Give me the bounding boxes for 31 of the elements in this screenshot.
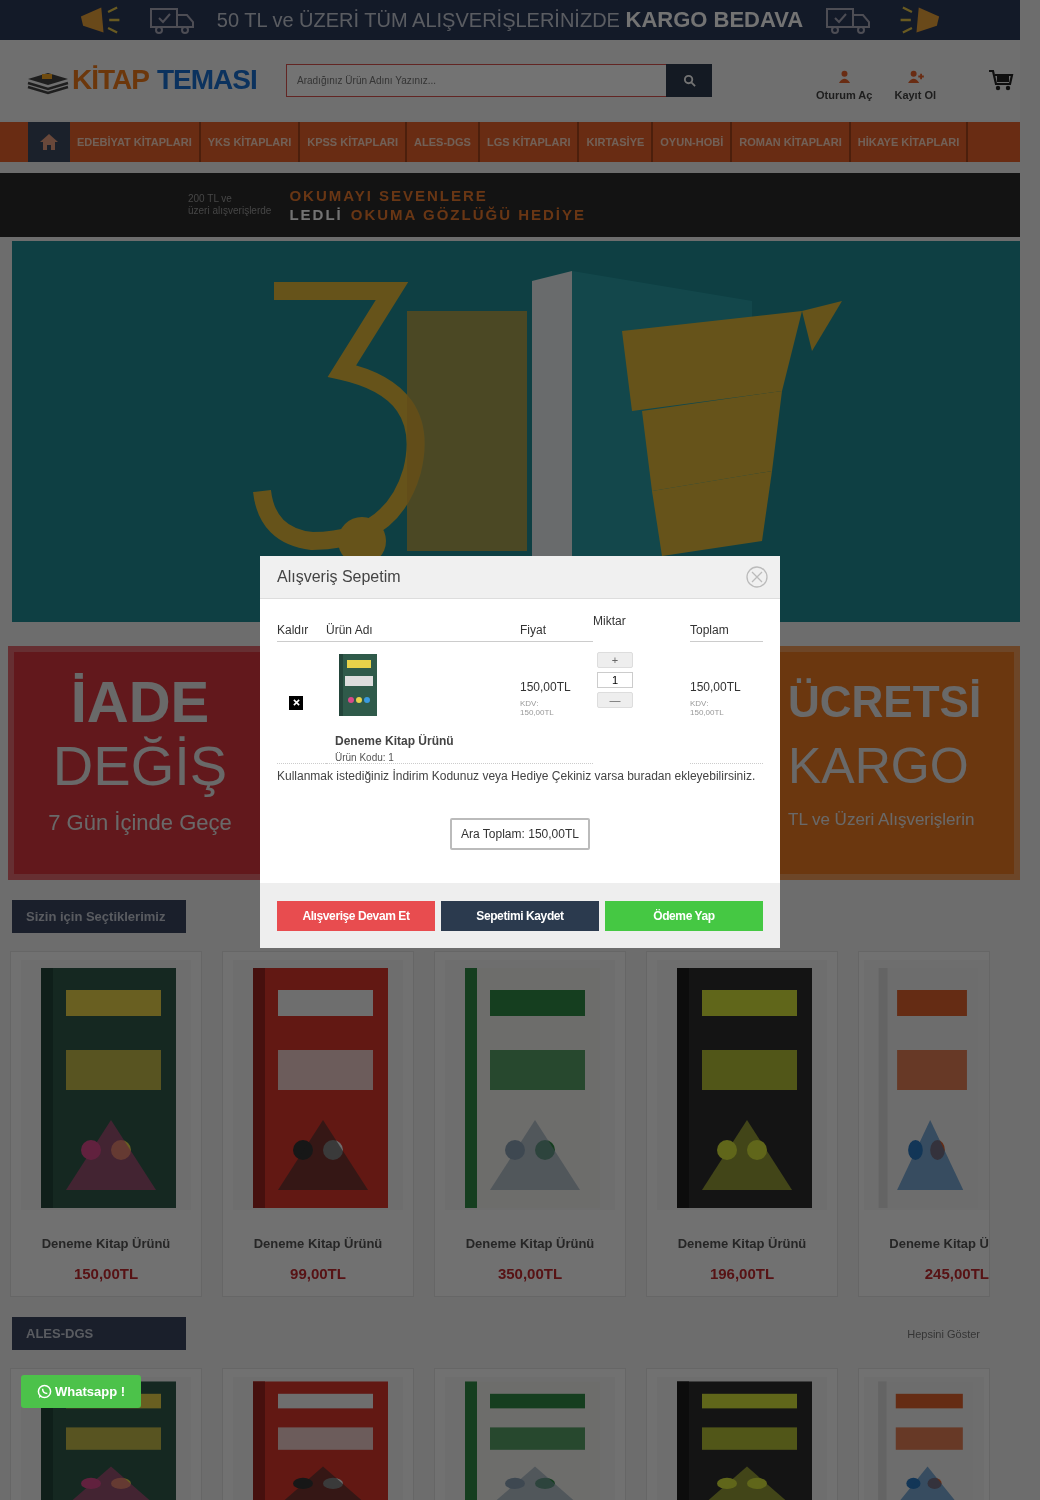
banner-title: KARGO bbox=[788, 737, 969, 796]
banner-subtitle: TL ve Üzeri Alışverişlerin bbox=[788, 810, 975, 830]
section-title: ALES-DGS bbox=[12, 1317, 186, 1350]
dialog-title: Alışveriş Sepetim bbox=[277, 568, 401, 586]
banner-title: ÜCRETSİ bbox=[788, 676, 982, 728]
tax-label: KDV: bbox=[520, 699, 540, 708]
column-header: Fiyat bbox=[520, 623, 593, 642]
promo-subtitle: OKUMA GÖZLÜĞÜ HEDİYE bbox=[350, 206, 586, 223]
banner-title: DEĞİŞ bbox=[52, 734, 228, 798]
product-code: Ürün Kodu: 1 bbox=[335, 752, 395, 763]
line-total: 150,00TL bbox=[690, 680, 742, 694]
promo-highlight: LEDLİ bbox=[289, 206, 343, 223]
product-price: 99,00TL bbox=[290, 1265, 346, 1282]
section-title: Sizin için Seçtiklerimiz bbox=[12, 900, 186, 933]
banner-subtitle: 7 Gün İçinde Geçe bbox=[48, 810, 232, 836]
tax-amount: 150,00TL bbox=[520, 708, 555, 717]
column-header: Kaldır bbox=[277, 623, 326, 642]
product-price: 196,00TL bbox=[709, 1265, 775, 1282]
subtotal-box: Ara Toplam: 150,00TL bbox=[450, 818, 590, 850]
product-price: 150,00TL bbox=[73, 1265, 139, 1282]
unit-price: 150,00TL bbox=[520, 680, 572, 694]
shipping-text: 50 TL ve ÜZERİ TÜM ALIŞVERİŞLERİNİZDE KARGO BEDAVA bbox=[216, 7, 804, 33]
column-header: Miktar bbox=[593, 614, 627, 630]
banner-title: İADE bbox=[70, 670, 210, 734]
tax-label: KDV: bbox=[690, 699, 710, 708]
promo-title: OKUMAYI SEVENLERE bbox=[289, 187, 489, 204]
column-header: Toplam bbox=[690, 623, 763, 642]
product-price: 245,00TL bbox=[924, 1265, 989, 1282]
column-header: Ürün Adı bbox=[326, 623, 520, 642]
product-price: 350,00TL bbox=[497, 1265, 563, 1282]
tax-amount: 150,00TL bbox=[690, 708, 725, 717]
